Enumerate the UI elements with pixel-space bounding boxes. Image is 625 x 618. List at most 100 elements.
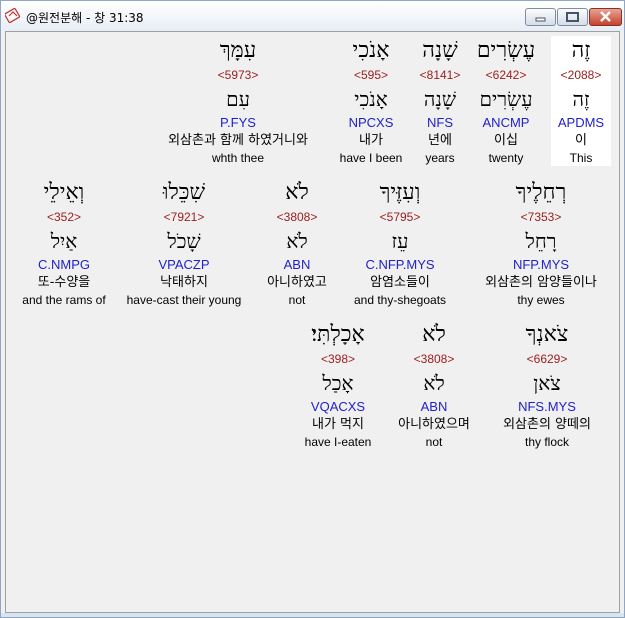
english-gloss: have-cast their young xyxy=(126,293,242,307)
word-column[interactable]: וְעִזֶּיךָ <5795> עֵז C.NFP.MYS 암염소들이 an… xyxy=(344,178,456,308)
hebrew-word: שִׁכֵּלוּ xyxy=(162,180,206,205)
morphology-code: ABN xyxy=(420,399,448,414)
morphology-code: VQACXS xyxy=(310,399,366,414)
strongs-number: <6629> xyxy=(526,352,568,366)
word-column[interactable]: אָכָלְתִּי׃ <398> אָכַל VQACXS 내가 먹지 hav… xyxy=(296,320,380,450)
lexical-form: שָׁנָה xyxy=(423,87,457,111)
word-column[interactable]: צֹאנְךָ <6629> צֹאן NFS.MYS 외삼촌의 양떼의 thy… xyxy=(486,320,608,450)
english-gloss: and the rams of xyxy=(22,293,106,307)
strongs-number: <352> xyxy=(46,210,82,224)
english-gloss: have I-eaten xyxy=(304,435,372,449)
english-gloss: This xyxy=(569,151,593,165)
morphology-code: NPCXS xyxy=(348,115,394,130)
lexical-form: עֵז xyxy=(391,229,409,253)
word-column[interactable]: לֹא <3808> לֹא ABN 아니하였으며 not xyxy=(386,320,482,450)
hebrew-word: עֶשְׂרִים xyxy=(476,38,536,63)
status-bar xyxy=(1,613,624,617)
strongs-number: <8141> xyxy=(419,68,461,82)
analysis-pane[interactable]: זֶה <2088> זֶה APDMS 이 This עֶשְׂרִים <6… xyxy=(5,31,620,613)
lexical-form: לֹא xyxy=(423,371,445,395)
korean-gloss: 외삼촌과 함께 하였거니와 xyxy=(168,133,308,148)
english-gloss: twenty xyxy=(488,151,524,165)
lexical-form: עֶשְׂרִים xyxy=(479,87,533,111)
korean-gloss: 외삼촌의 양떼의 xyxy=(503,417,591,432)
word-column[interactable]: עִמָּךְ <5973> עִם P.FYS 외삼촌과 함께 하였거니와 w… xyxy=(148,36,328,166)
hebrew-word: לֹא xyxy=(285,180,309,205)
morphology-code: APDMS xyxy=(557,115,605,130)
hebrew-word: שָׁנָה xyxy=(422,38,458,63)
minimize-button[interactable] xyxy=(525,8,556,26)
hebrew-word: זֶה xyxy=(571,38,591,63)
morphology-code: VPACZP xyxy=(158,257,210,272)
hebrew-word: לֹא xyxy=(422,322,446,347)
morphology-code: NFP.MYS xyxy=(512,257,570,272)
hebrew-word: אָנֹכִי xyxy=(352,38,390,63)
strongs-number: <595> xyxy=(353,68,389,82)
app-logo-icon xyxy=(4,7,21,24)
english-gloss: not xyxy=(288,293,306,307)
word-column[interactable]: רְחֵלֶיךָ <7353> רָחֵל NFP.MYS 외삼촌의 암양들이… xyxy=(478,178,604,308)
korean-gloss: 년에 xyxy=(428,133,452,148)
morphology-code: C.NMPG xyxy=(38,257,90,272)
strongs-number: <3808> xyxy=(276,210,318,224)
english-gloss: and thy-shegoats xyxy=(353,293,447,307)
english-gloss: whth thee xyxy=(211,151,265,165)
strongs-number: <5795> xyxy=(379,210,421,224)
lexical-form: אָכַל xyxy=(322,371,354,395)
lexical-form: רָחֵל xyxy=(525,229,557,253)
korean-gloss: 외삼촌의 암양들이나 xyxy=(485,275,597,290)
morphology-code: P.FYS xyxy=(220,115,256,130)
maximize-icon xyxy=(566,12,579,22)
hebrew-word: עִמָּךְ xyxy=(219,38,257,63)
korean-gloss: 내가 먹지 xyxy=(312,417,364,432)
english-gloss: have I been xyxy=(339,151,403,165)
strongs-number: <398> xyxy=(320,352,356,366)
strongs-number: <3808> xyxy=(413,352,455,366)
korean-gloss: 아니하였고 xyxy=(267,275,327,290)
maximize-button[interactable] xyxy=(557,8,588,26)
app-window: @원전분해 - 창 31:38 זֶה <2088> זֶה APDMS 이 T… xyxy=(0,0,625,618)
lexical-form: שָׁכֹל xyxy=(167,229,201,253)
lexical-form: זֶה xyxy=(572,87,590,111)
strongs-number: <5973> xyxy=(217,68,259,82)
korean-gloss: 이십 xyxy=(494,133,518,148)
morphology-code: C.NFP.MYS xyxy=(365,257,435,272)
title-bar[interactable]: @원전분해 - 창 31:38 xyxy=(1,1,624,31)
english-gloss: thy ewes xyxy=(517,293,565,307)
close-button[interactable] xyxy=(589,8,622,26)
minimize-icon xyxy=(535,17,546,22)
close-icon xyxy=(600,11,611,22)
hebrew-word: וְאֵילֵי xyxy=(43,180,85,205)
word-column[interactable]: זֶה <2088> זֶה APDMS 이 This xyxy=(551,36,611,166)
korean-gloss: 또-수양을 xyxy=(37,275,91,290)
morphology-code: ABN xyxy=(283,257,311,272)
word-column[interactable]: שָׁנָה <8141> שָׁנָה NFS 년에 years xyxy=(411,36,469,166)
word-column[interactable]: וְאֵילֵי <352> אַיִל C.NMPG 또-수양을 and th… xyxy=(12,178,116,308)
word-column[interactable]: עֶשְׂרִים <6242> עֶשְׂרִים ANCMP 이십 twen… xyxy=(471,36,541,166)
morphology-code: NFS xyxy=(427,115,453,130)
strongs-number: <7353> xyxy=(520,210,562,224)
lexical-form: לֹא xyxy=(286,229,308,253)
english-gloss: not xyxy=(425,435,443,449)
word-column[interactable]: אָנֹכִי <595> אָנֹכִי NPCXS 내가 have I be… xyxy=(334,36,408,166)
window-title: @원전분해 - 창 31:38 xyxy=(26,11,144,25)
morphology-code: ANCMP xyxy=(482,115,530,130)
korean-gloss: 암염소들이 xyxy=(370,275,430,290)
word-column[interactable]: לֹא <3808> לֹא ABN 아니하였고 not xyxy=(256,178,338,308)
korean-gloss: 아니하였으며 xyxy=(398,417,470,432)
english-gloss: thy flock xyxy=(524,435,569,449)
lexical-form: אַיִל xyxy=(50,229,78,253)
strongs-number: <7921> xyxy=(163,210,205,224)
english-gloss: years xyxy=(425,151,455,165)
korean-gloss: 내가 xyxy=(359,133,383,148)
strongs-number: <6242> xyxy=(485,68,527,82)
hebrew-word: אָכָלְתִּי׃ xyxy=(311,322,365,347)
strongs-number: <2088> xyxy=(560,68,602,82)
morphology-code: NFS.MYS xyxy=(518,399,576,414)
lexical-form: אָנֹכִי xyxy=(354,87,388,111)
lexical-form: עִם xyxy=(226,87,250,111)
word-column[interactable]: שִׁכֵּלוּ <7921> שָׁכֹל VPACZP 낙태하지 have… xyxy=(118,178,250,308)
lexical-form: צֹאן xyxy=(533,371,561,395)
hebrew-word: צֹאנְךָ xyxy=(525,322,569,347)
korean-gloss: 낙태하지 xyxy=(160,275,208,290)
